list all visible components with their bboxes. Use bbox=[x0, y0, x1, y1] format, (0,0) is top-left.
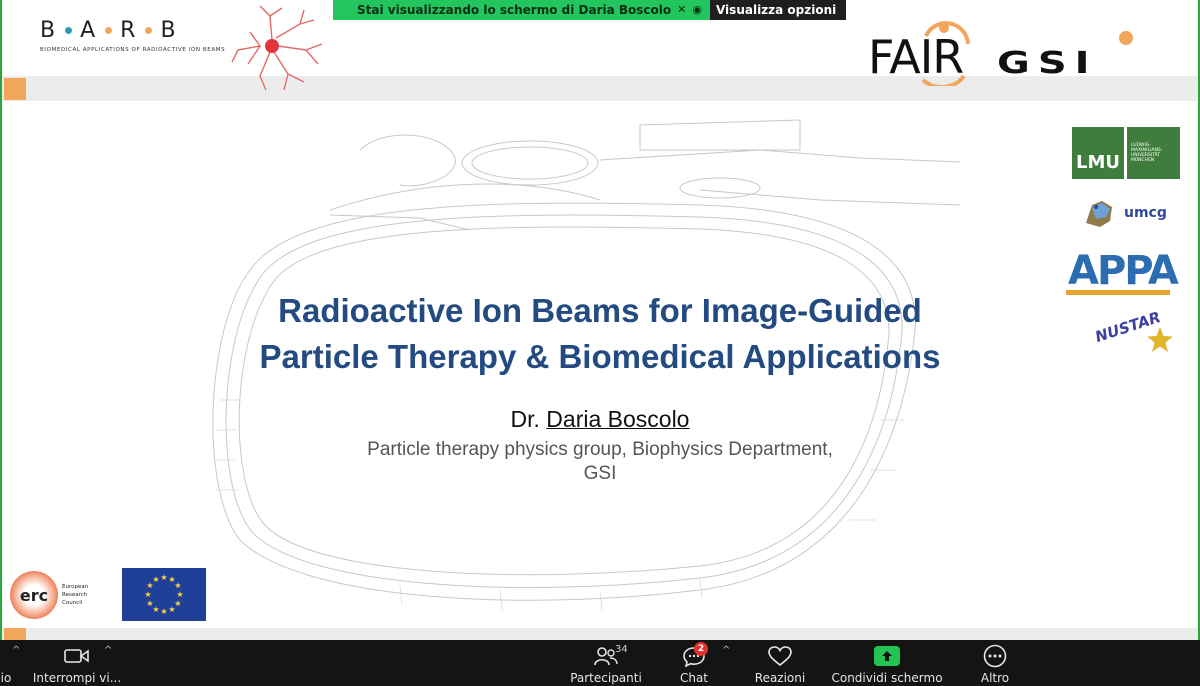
participants-label: Partecipanti bbox=[570, 671, 642, 685]
mic-muted-icon: ✕ bbox=[677, 3, 687, 16]
speaker-name: Dr. Daria Boscolo bbox=[350, 406, 850, 433]
chat-unread-badge: 2 bbox=[694, 642, 708, 656]
speaker-full-name: Daria Boscolo bbox=[546, 406, 690, 432]
share-status-text: Stai visualizzando lo schermo di Daria B… bbox=[357, 3, 672, 17]
fair-logo: FAIR bbox=[868, 14, 978, 86]
barb-letter: R bbox=[120, 18, 138, 43]
chat-label: Chat bbox=[679, 671, 709, 685]
meeting-toolbar: io ^ Interrompi vi... ^ 34 Partecipanti bbox=[0, 640, 1200, 686]
erc-mark: erc bbox=[10, 571, 58, 619]
audio-options-caret[interactable]: ^ bbox=[12, 645, 20, 656]
appa-logo: APPA bbox=[1066, 246, 1179, 298]
video-record-icon: ◉ bbox=[692, 3, 702, 16]
lmu-long: LUDWIG- MAXIMILIANS- UNIVERSITÄT MÜNCHEN bbox=[1127, 127, 1180, 179]
fair-label: FAIR bbox=[868, 30, 964, 84]
eu-flag: ★ ★ ★ ★ ★ ★ ★ ★ ★ ★ ★ ★ bbox=[122, 568, 206, 621]
gsi-logo: GSI bbox=[997, 45, 1098, 81]
gsi-dot-icon bbox=[1119, 31, 1133, 45]
more-button[interactable]: Altro bbox=[972, 640, 1018, 686]
lmu-logo: LMU LUDWIG- MAXIMILIANS- UNIVERSITÄT MÜN… bbox=[1072, 127, 1180, 179]
chat-button[interactable]: 2 Chat bbox=[672, 640, 716, 686]
reactions-label: Reazioni bbox=[754, 671, 806, 685]
svg-text:★: ★ bbox=[168, 605, 175, 614]
eu-stars-icon: ★ ★★ ★★★ ★★★ ★★★ bbox=[144, 573, 183, 616]
erc-line: European bbox=[62, 584, 89, 590]
speaker-prefix: Dr. bbox=[510, 406, 540, 432]
reactions-button[interactable]: Reazioni bbox=[752, 640, 808, 686]
barb-letter: B bbox=[40, 18, 58, 43]
barb-dot bbox=[65, 27, 73, 34]
svg-text:★: ★ bbox=[146, 599, 153, 608]
erc-line: Research bbox=[62, 592, 88, 598]
participants-button[interactable]: 34 Partecipanti bbox=[570, 640, 642, 686]
erc-text: European Research Council bbox=[62, 583, 88, 607]
umcg-frog-icon bbox=[1086, 201, 1112, 227]
barb-letter: B bbox=[160, 18, 178, 43]
share-status-message: Stai visualizzando lo schermo di Daria B… bbox=[333, 0, 710, 20]
share-screen-button[interactable]: Condividi schermo bbox=[831, 640, 943, 686]
view-options-button[interactable]: Visualizza opzioni bbox=[709, 0, 847, 20]
share-frame-left bbox=[0, 0, 2, 640]
slide-title: Radioactive Ion Beams for Image-Guided P… bbox=[230, 288, 970, 380]
title-line: Radioactive Ion Beams for Image-Guided bbox=[278, 292, 922, 329]
affiliation-line: GSI bbox=[583, 463, 617, 484]
umcg-logo: umcg bbox=[1082, 195, 1167, 231]
share-screen-label: Condividi schermo bbox=[831, 671, 943, 685]
more-label: Altro bbox=[980, 671, 1010, 685]
appa-underline bbox=[1066, 290, 1170, 295]
erc-line: Council bbox=[62, 600, 83, 606]
speaker-affiliation: Particle therapy physics group, Biophysi… bbox=[300, 438, 900, 486]
lmu-short: LMU bbox=[1072, 127, 1124, 179]
star-icon bbox=[1147, 327, 1173, 352]
barb-neuron-icon bbox=[231, 5, 323, 91]
chat-options-caret[interactable]: ^ bbox=[722, 645, 730, 656]
svg-text:★: ★ bbox=[160, 607, 167, 616]
stop-video-label: Interrompi vi... bbox=[32, 671, 122, 685]
barb-dot bbox=[105, 27, 113, 34]
lmu-line: MÜNCHEN bbox=[1131, 158, 1155, 163]
video-options-caret[interactable]: ^ bbox=[104, 645, 112, 656]
shared-slide: B A R B BIOMEDICAL APPLICATIONS OF RADIO… bbox=[0, 0, 1200, 640]
participants-icon: 34 bbox=[591, 643, 628, 669]
nustar-logo: NUSTAR bbox=[1093, 308, 1174, 354]
heart-icon bbox=[765, 643, 795, 669]
audio-label: io bbox=[0, 671, 12, 685]
video-camera-icon bbox=[62, 643, 92, 669]
barb-dot bbox=[145, 27, 153, 34]
share-screen-icon bbox=[874, 646, 900, 666]
share-screen-icon-wrap bbox=[872, 643, 902, 669]
chat-bubble-icon: 2 bbox=[679, 642, 709, 669]
title-line: Particle Therapy & Biomedical Applicatio… bbox=[259, 338, 941, 375]
barb-logo: B A R B BIOMEDICAL APPLICATIONS OF RADIO… bbox=[40, 5, 323, 91]
svg-text:★: ★ bbox=[174, 581, 181, 590]
svg-text:★: ★ bbox=[152, 575, 159, 584]
svg-text:★: ★ bbox=[160, 573, 167, 582]
affiliation-line: Particle therapy physics group, Biophysi… bbox=[367, 439, 833, 460]
erc-logo: erc European Research Council bbox=[10, 570, 110, 620]
participants-count: 34 bbox=[615, 644, 628, 655]
barb-letter: A bbox=[80, 18, 98, 43]
umcg-label: umcg bbox=[1124, 205, 1167, 221]
screen-share-banner: Stai visualizzando lo schermo di Daria B… bbox=[333, 0, 847, 20]
more-ellipsis-icon bbox=[980, 643, 1010, 669]
svg-text:★: ★ bbox=[176, 590, 183, 599]
svg-text:★: ★ bbox=[144, 590, 151, 599]
appa-label: APPA bbox=[1068, 248, 1179, 294]
